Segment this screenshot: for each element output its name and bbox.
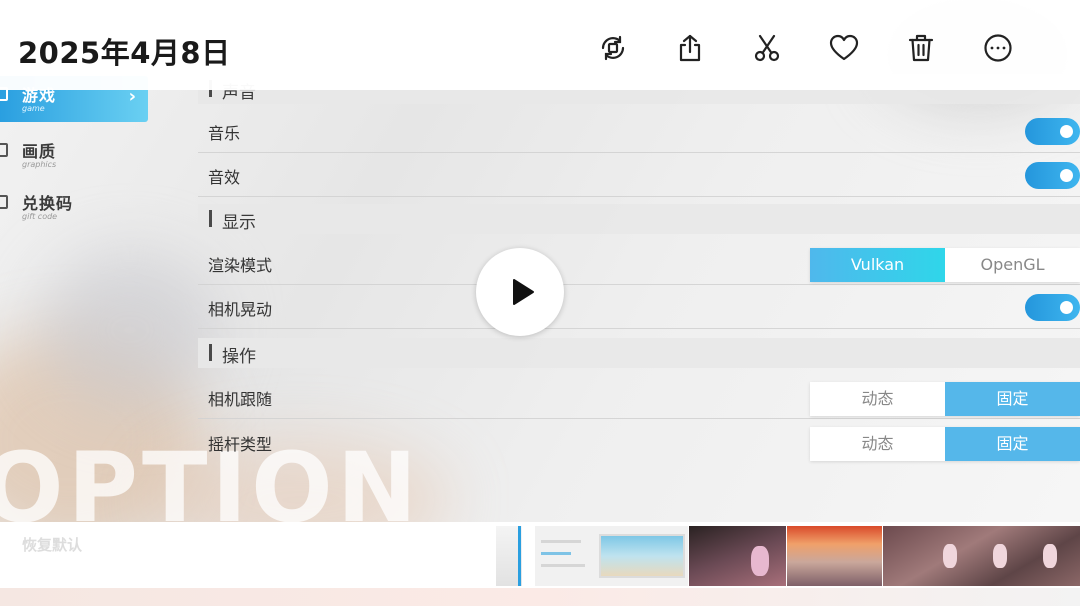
- music-toggle: [1025, 118, 1080, 145]
- thumbnail-strip[interactable]: 恢复默认: [0, 522, 1080, 588]
- media-date: 2025年4月8日: [18, 36, 231, 70]
- sidebar-item-sublabel: graphics: [22, 160, 57, 169]
- favorite-button[interactable]: [826, 30, 862, 66]
- toggle-knob: [1060, 301, 1073, 314]
- setting-row-music: 音乐: [198, 109, 1080, 153]
- setting-label: 相机跟随: [208, 390, 273, 409]
- setting-label: 摇杆类型: [208, 435, 273, 454]
- delete-icon: [908, 34, 934, 62]
- camera-follow-selector: 动态 固定: [810, 382, 1080, 416]
- thumbnail-detail: [541, 552, 571, 555]
- sidebar-item-graphics: 画质 graphics: [0, 132, 148, 178]
- setting-label: 音效: [208, 168, 241, 187]
- sidebar-item-sublabel: game: [22, 104, 45, 113]
- delete-button[interactable]: [903, 30, 939, 66]
- thumbnail-detail: [993, 544, 1007, 568]
- gift-code-icon: [0, 195, 8, 209]
- section-title: 操作: [222, 347, 256, 367]
- section-header-control: 操作: [198, 338, 1080, 368]
- rotate-button[interactable]: [595, 30, 631, 66]
- cut-icon: [754, 34, 780, 62]
- thumbnail[interactable]: [883, 526, 1080, 586]
- option-vulkan: Vulkan: [810, 248, 945, 282]
- option-fixed: 固定: [945, 427, 1080, 461]
- toggle-knob: [1060, 169, 1073, 182]
- option-dynamic: 动态: [861, 434, 894, 453]
- joystick-selector: 动态 固定: [810, 427, 1080, 461]
- option-opengl: OpenGL: [980, 255, 1045, 274]
- play-icon: [513, 279, 534, 305]
- camera-shake-toggle: [1025, 294, 1080, 321]
- more-button[interactable]: [980, 30, 1016, 66]
- setting-row-joystick: 摇杆类型 动态 固定: [198, 420, 1080, 464]
- gallery-top-bar: 2025年4月8日: [0, 0, 1080, 90]
- section-marker: [209, 210, 212, 227]
- option-dynamic: 动态: [861, 389, 894, 408]
- thumbnail-accent: [518, 526, 521, 586]
- background-blur: [40, 250, 220, 410]
- setting-label: 相机晃动: [208, 300, 273, 319]
- setting-row-sfx: 音效: [198, 153, 1080, 197]
- sfx-toggle: [1025, 162, 1080, 189]
- share-icon: [679, 34, 701, 62]
- setting-row-camera-shake: 相机晃动: [198, 285, 1080, 329]
- thumbnail[interactable]: [689, 526, 786, 586]
- setting-row-camera-follow: 相机跟随 动态 固定: [198, 375, 1080, 419]
- share-button[interactable]: [672, 30, 708, 66]
- bottom-edge: [0, 588, 1080, 606]
- thumbnail[interactable]: [535, 526, 688, 586]
- thumbnail[interactable]: [496, 526, 522, 586]
- thumbnail-detail: [1043, 544, 1057, 568]
- section-header-display: 显示: [198, 204, 1080, 234]
- cut-button[interactable]: [749, 30, 785, 66]
- section-marker: [209, 344, 212, 361]
- sidebar-item-sublabel: gift code: [22, 212, 58, 221]
- play-button[interactable]: [476, 248, 564, 336]
- sidebar-item-gift-code: 兑换码 gift code: [0, 184, 148, 230]
- thumbnail-detail: [751, 546, 769, 576]
- ghost-text: 恢复默认: [22, 536, 83, 554]
- graphics-icon: [0, 143, 8, 157]
- thumbnail-detail: [943, 544, 957, 568]
- setting-label: 渲染模式: [208, 256, 273, 275]
- sidebar-item-label: 画质: [22, 142, 57, 161]
- render-mode-selector: Vulkan OpenGL: [810, 248, 1080, 282]
- thumbnail-scene: [599, 534, 685, 578]
- rotate-icon: [601, 35, 625, 61]
- setting-row-render-mode: 渲染模式 Vulkan OpenGL: [198, 241, 1080, 285]
- sidebar-item-label: 兑换码: [22, 194, 74, 213]
- favorite-icon: [829, 34, 859, 61]
- thumbnail[interactable]: [787, 526, 882, 586]
- setting-label: 音乐: [208, 124, 241, 143]
- thumbnail-detail: [541, 564, 585, 567]
- toggle-knob: [1060, 125, 1073, 138]
- section-title: 显示: [222, 213, 256, 233]
- more-icon: [984, 34, 1012, 62]
- option-fixed: 固定: [945, 382, 1080, 416]
- thumbnail-detail: [541, 540, 581, 543]
